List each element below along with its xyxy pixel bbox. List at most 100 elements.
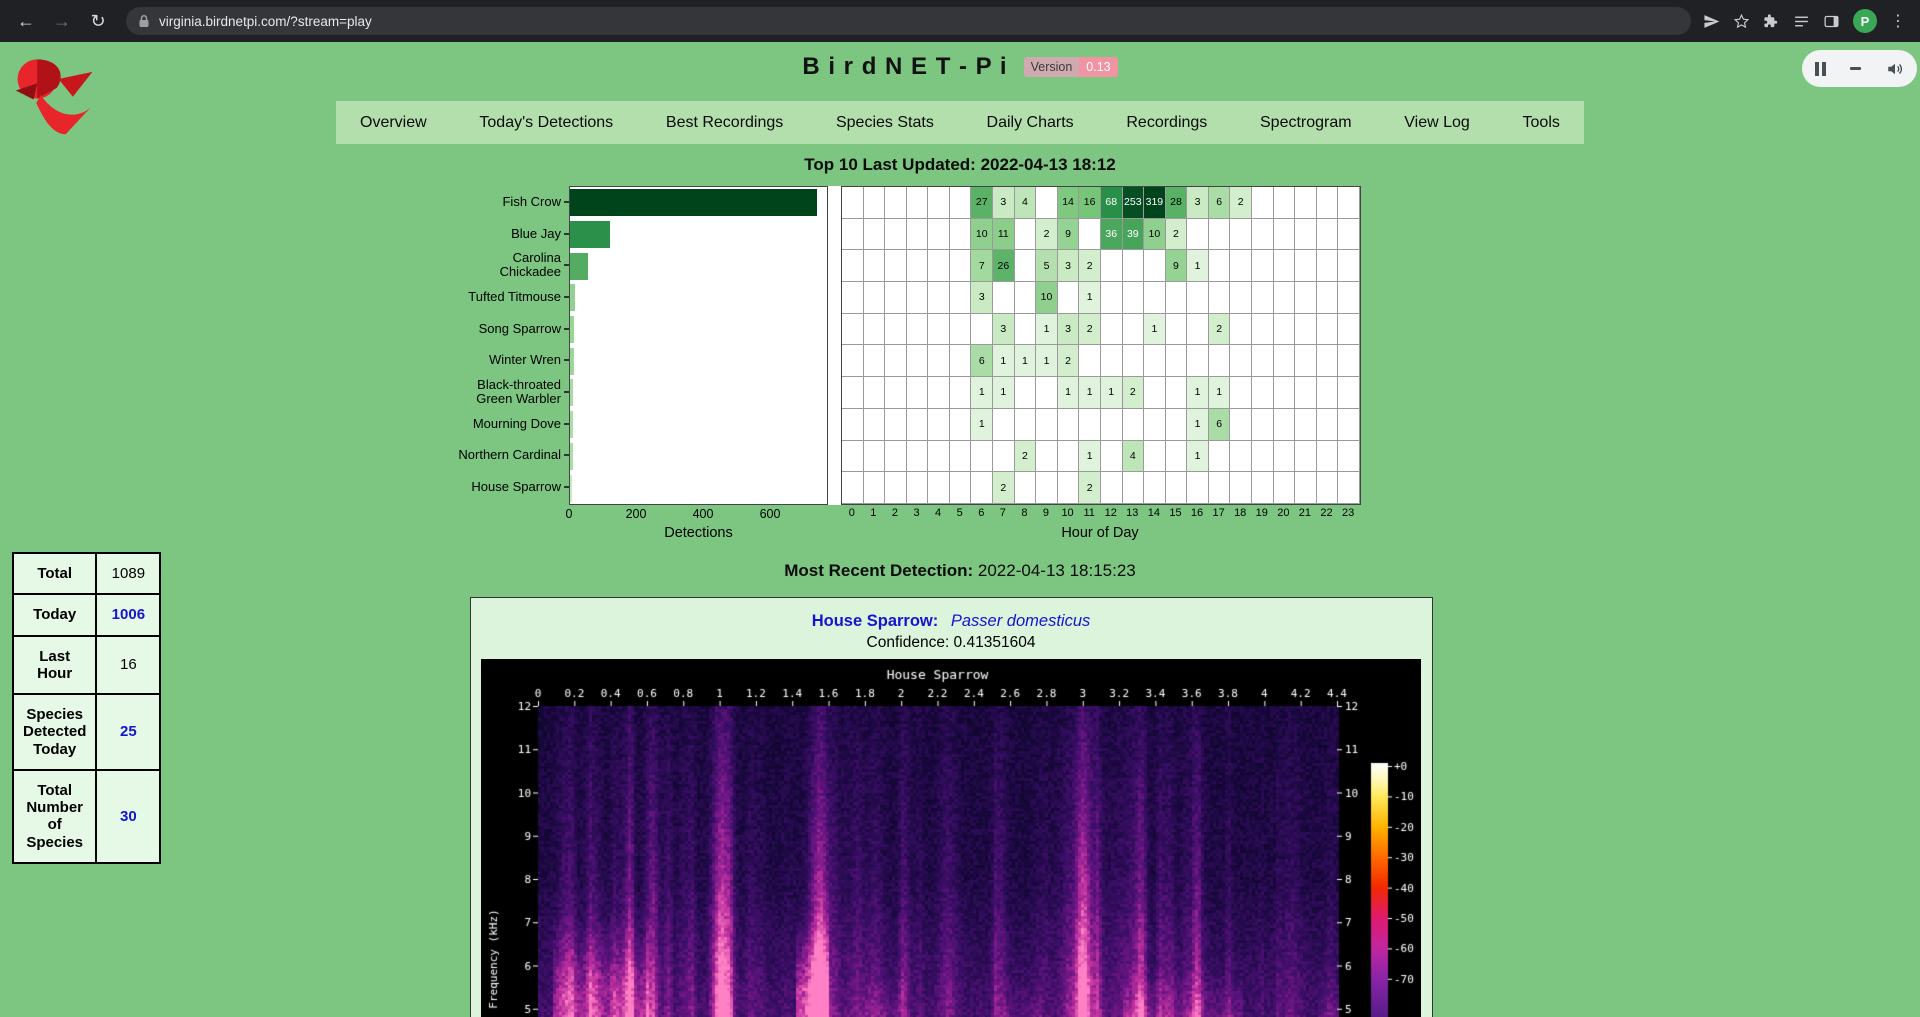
heatmap-cell: 4 — [1123, 441, 1145, 473]
reload-button[interactable]: ↻ — [82, 5, 114, 37]
heatmap-cell — [1187, 345, 1209, 377]
heatmap-cell — [1123, 472, 1145, 504]
heatmap-cell — [1252, 409, 1274, 441]
bar-row — [570, 282, 827, 314]
bar-row — [570, 377, 827, 409]
heatmap-cell: 5 — [1036, 250, 1058, 282]
detection-bar — [570, 284, 575, 311]
bar-chart — [569, 186, 828, 505]
heatmap-cell: 2 — [1015, 441, 1037, 473]
stats-row: Last Hour16 — [13, 636, 160, 695]
heatmap-cell — [1295, 472, 1317, 504]
browser-menu-icon[interactable]: ⋮ — [1890, 11, 1906, 31]
heatmap-cell — [907, 314, 929, 346]
bar-row — [570, 345, 827, 377]
hour-tick-label: 7 — [992, 507, 1014, 525]
recent-heading: Most Recent Detection: 2022-04-13 18:15:… — [0, 561, 1920, 581]
reading-list-icon[interactable] — [1793, 13, 1810, 30]
heatmap-cell — [1274, 441, 1296, 473]
heatmap-cell — [928, 409, 950, 441]
heatmap-cell — [864, 187, 886, 219]
heatmap-cell — [1101, 409, 1123, 441]
nav-item-overview[interactable]: Overview — [360, 114, 427, 132]
nav-item-view-log[interactable]: View Log — [1404, 114, 1470, 132]
nav-item-species-stats[interactable]: Species Stats — [836, 114, 934, 132]
hour-tick-label: 15 — [1165, 507, 1187, 525]
heatmap-cell — [993, 409, 1015, 441]
heatmap-cell — [1015, 314, 1037, 346]
detection-bar — [570, 411, 573, 438]
species-label: Blue Jay — [435, 218, 569, 250]
nav-item-spectrogram[interactable]: Spectrogram — [1260, 114, 1352, 132]
side-panel-icon[interactable] — [1823, 13, 1840, 30]
heatmap-cell — [1101, 472, 1123, 504]
hour-tick-label: 1 — [863, 507, 885, 525]
heatmap-cell — [1230, 250, 1252, 282]
nav-item-today-s-detections[interactable]: Today's Detections — [479, 114, 613, 132]
version-label: Version — [1024, 57, 1080, 78]
heatmap-cell — [1230, 345, 1252, 377]
heatmap-cell: 1 — [993, 345, 1015, 377]
heatmap-cell — [1058, 472, 1080, 504]
stat-value[interactable]: 30 — [96, 770, 160, 863]
heatmap-cell — [1144, 441, 1166, 473]
heatmap-cell — [1295, 345, 1317, 377]
url-bar[interactable]: virginia.birdnetpi.com/?stream=play — [126, 7, 1691, 35]
heatmap-cell: 2 — [1123, 377, 1145, 409]
heatmap-cell — [864, 409, 886, 441]
seek-bar[interactable] — [1850, 67, 1861, 70]
heatmap-cell — [1015, 472, 1037, 504]
heatmap-cell — [1338, 282, 1360, 314]
heatmap-cell: 319 — [1144, 187, 1166, 219]
heatmap-cell — [885, 409, 907, 441]
bar-row — [570, 219, 827, 251]
heatmap-cell — [1209, 345, 1231, 377]
heatmap-cell — [1123, 282, 1145, 314]
heatmap-cell — [1144, 345, 1166, 377]
extensions-icon[interactable] — [1763, 13, 1780, 30]
pause-button[interactable] — [1815, 62, 1826, 76]
heatmap-cell — [842, 250, 864, 282]
heatmap-cell — [1058, 409, 1080, 441]
heatmap-cell — [950, 187, 972, 219]
heatmap-cell — [907, 187, 929, 219]
detection-scientific-name[interactable]: Passer domesticus — [951, 612, 1090, 630]
heatmap-cell: 1 — [1036, 345, 1058, 377]
stat-value[interactable]: 25 — [96, 694, 160, 770]
heatmap-cell — [1295, 282, 1317, 314]
heatmap-cell — [1295, 219, 1317, 251]
heatmap-cell: 1 — [1187, 250, 1209, 282]
stat-label: Today — [13, 594, 96, 635]
nav-item-best-recordings[interactable]: Best Recordings — [666, 114, 783, 132]
heatmap-cell — [1274, 409, 1296, 441]
heatmap-cell — [928, 472, 950, 504]
send-icon[interactable] — [1703, 13, 1720, 30]
bookmark-star-icon[interactable] — [1733, 13, 1750, 30]
heatmap-cell — [885, 187, 907, 219]
back-button[interactable]: ← — [10, 5, 42, 37]
audio-player[interactable] — [1802, 50, 1917, 87]
heatmap-cell: 2 — [1058, 345, 1080, 377]
heatmap-cell — [864, 282, 886, 314]
nav-item-daily-charts[interactable]: Daily Charts — [987, 114, 1074, 132]
heatmap-cell — [842, 187, 864, 219]
heatmap-cell: 1 — [1079, 282, 1101, 314]
heatmap-cell — [1274, 345, 1296, 377]
heatmap-cell — [1274, 187, 1296, 219]
nav-item-recordings[interactable]: Recordings — [1126, 114, 1207, 132]
nav-item-tools[interactable]: Tools — [1523, 114, 1560, 132]
hour-axis-title: Hour of Day — [841, 525, 1359, 545]
heatmap-cell — [885, 250, 907, 282]
heatmap-cell — [842, 377, 864, 409]
profile-avatar[interactable]: P — [1853, 9, 1877, 33]
stats-row: Species Detected Today25 — [13, 694, 160, 770]
volume-icon[interactable] — [1886, 60, 1904, 78]
detection-species-link[interactable]: House Sparrow: — [812, 612, 939, 630]
stat-value[interactable]: 1006 — [96, 594, 160, 635]
heatmap-cell — [885, 377, 907, 409]
forward-button[interactable]: → — [46, 5, 78, 37]
heatmap-cell — [1252, 187, 1274, 219]
stats-row: Today1006 — [13, 594, 160, 635]
detection-confidence: Confidence: 0.41351604 — [471, 634, 1432, 653]
heatmap-cell — [1274, 282, 1296, 314]
